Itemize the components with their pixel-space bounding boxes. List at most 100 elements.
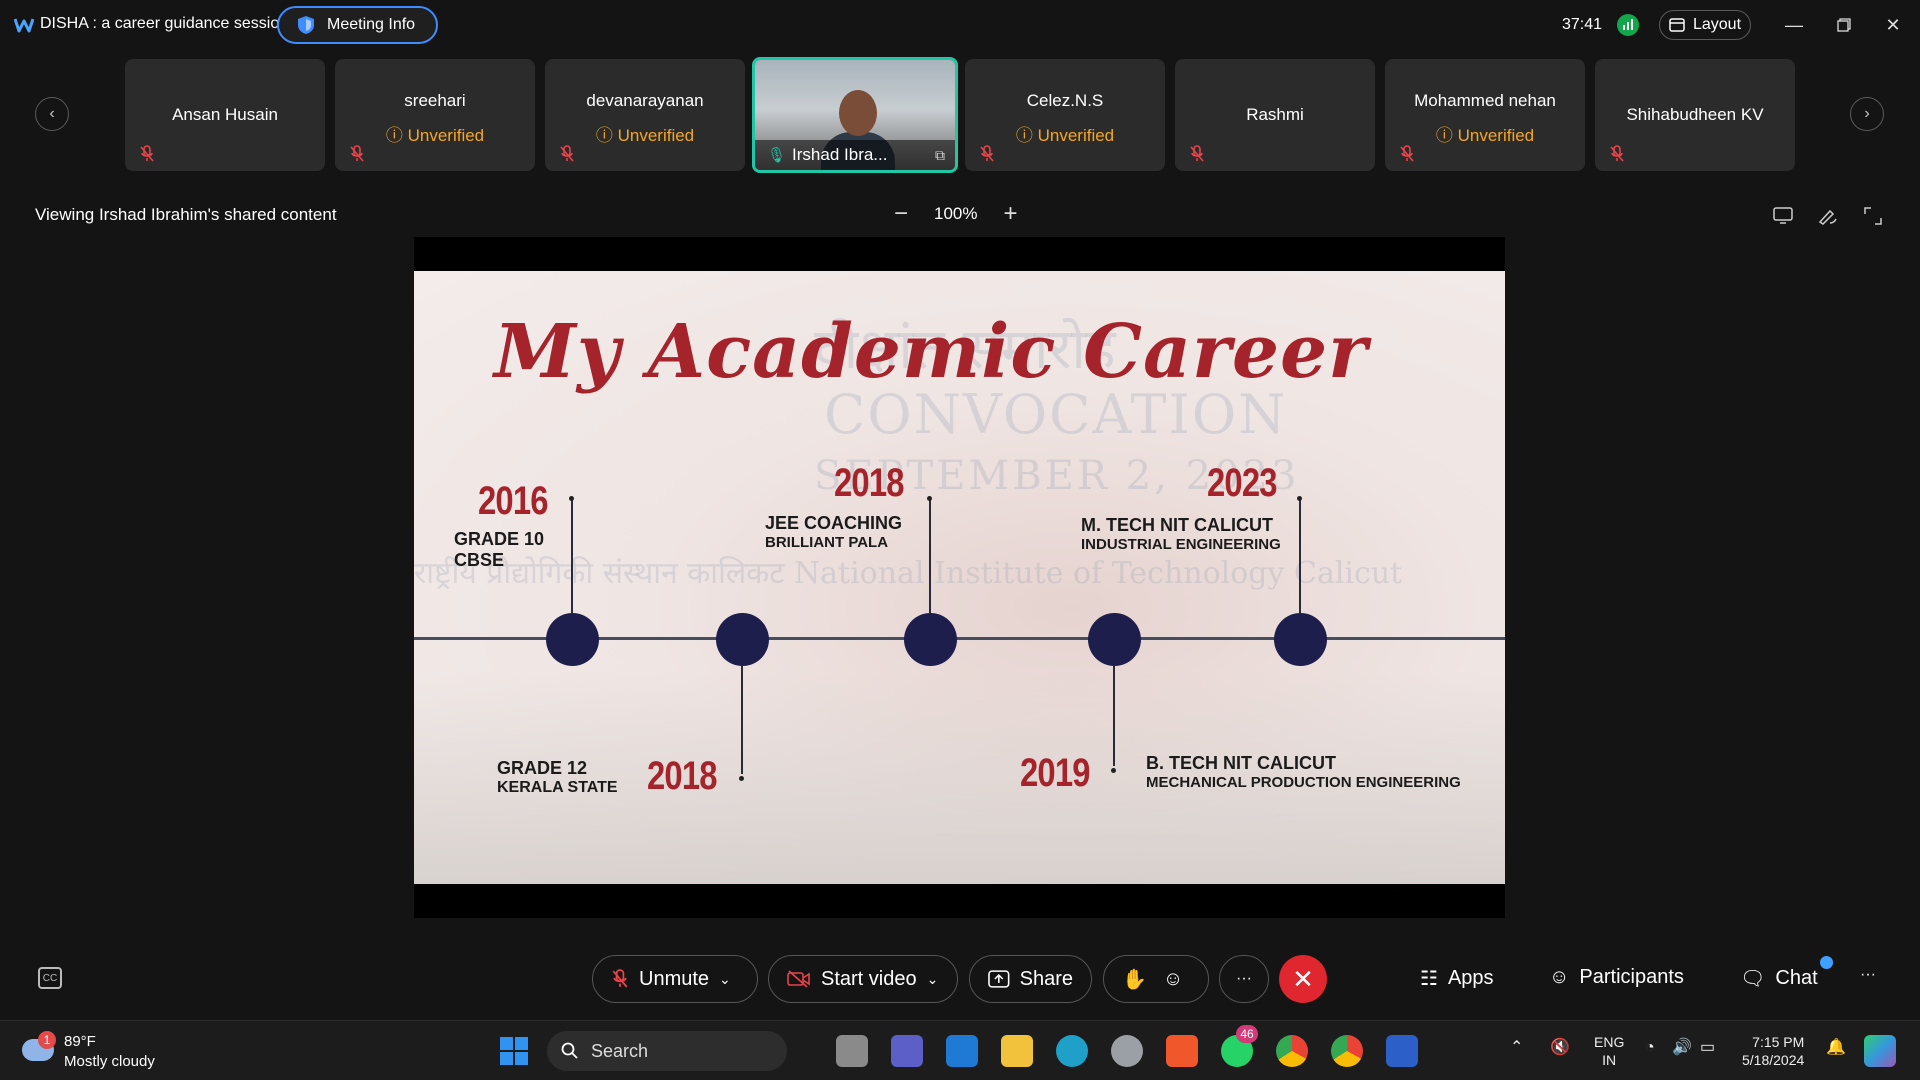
unverified-badge: ⓘ Unverified [1015, 126, 1115, 145]
more-options-button[interactable]: ··· [1219, 955, 1269, 1003]
chevron-up-icon[interactable]: ⌃ [1510, 1039, 1523, 1057]
mic-active-icon: 🎙 [767, 147, 787, 164]
reactions-group: ✋ ☺ [1103, 955, 1209, 1003]
webex-icon[interactable] [1386, 1035, 1418, 1067]
participant-tile[interactable]: devanarayanan ⓘ Unverified [545, 59, 745, 171]
timeline-stem [1299, 499, 1301, 613]
unmute-button[interactable]: Unmute ⌄ [592, 955, 758, 1003]
timeline-stem [571, 499, 573, 613]
timeline-node [716, 613, 769, 666]
windows-start-icon[interactable] [500, 1037, 528, 1065]
participant-tile[interactable]: Shihabudheen KV [1595, 59, 1795, 171]
participant-name: devanarayanan [586, 91, 704, 110]
participant-name: Rashmi [1246, 105, 1304, 124]
video-off-icon [787, 970, 810, 988]
unverified-label: Unverified [1037, 126, 1115, 145]
language-indicator[interactable]: ENG IN [1594, 1033, 1624, 1069]
participant-name: Irshad Ibra... [792, 145, 888, 164]
participant-tile[interactable]: sreehari ⓘ Unverified [335, 59, 535, 171]
restore-icon[interactable] [1831, 12, 1857, 38]
language-line2: IN [1602, 1052, 1617, 1068]
close-window-icon[interactable]: ✕ [1880, 12, 1906, 38]
participant-name: Mohammed nehan [1414, 91, 1556, 110]
apps-icon: ☷ [1420, 968, 1438, 990]
closed-captions-icon[interactable]: CC [38, 967, 62, 989]
task-view-icon[interactable] [836, 1035, 868, 1067]
event-year: 2018 [834, 461, 905, 505]
reaction-icon[interactable]: ☺ [1163, 968, 1183, 991]
slide-watermark-institute: राष्ट्रीय प्रौद्योगिकी संस्थान कालिकट Na… [414, 556, 1403, 591]
event-label: JEE COACHING BRILLIANT PALA [765, 513, 902, 551]
layout-button[interactable]: Layout [1659, 10, 1751, 40]
remote-control-icon[interactable] [1771, 204, 1795, 228]
battery-icon[interactable]: ▭ [1700, 1039, 1715, 1057]
timeline-stem [1113, 666, 1115, 766]
event-year: 2023 [1207, 461, 1278, 505]
strip-prev-arrow-icon[interactable]: ‹ [35, 97, 69, 131]
app-icon[interactable] [1111, 1035, 1143, 1067]
minimize-icon[interactable]: — [1781, 12, 1807, 38]
participant-tile[interactable]: Rashmi [1175, 59, 1375, 171]
participant-name: sreehari [404, 91, 466, 110]
zoom-out-button[interactable]: − [894, 202, 908, 226]
meeting-title: DISHA : a career guidance session [40, 15, 289, 32]
title-bar: DISHA : a career guidance session Meetin… [0, 0, 1920, 50]
volume-icon[interactable]: 🔊 [1672, 1039, 1692, 1057]
muted-mic-icon [560, 145, 574, 162]
muted-mic-icon [140, 145, 154, 162]
meeting-info-button[interactable]: Meeting Info [277, 6, 438, 44]
zoom-in-button[interactable]: + [1004, 202, 1018, 226]
muted-mic-icon [1610, 145, 1624, 162]
participant-tile[interactable]: Ansan Husain [125, 59, 325, 171]
apps-button[interactable]: ☷ Apps [1420, 966, 1494, 991]
overflow-menu-button[interactable]: ··· [1860, 966, 1876, 984]
active-speaker-tile[interactable]: 🎙 Irshad Ibra... ⧉ [752, 57, 958, 173]
start-video-button[interactable]: Start video ⌄ [768, 955, 958, 1003]
teams-icon[interactable] [891, 1035, 923, 1067]
weather-badge: 1 [38, 1031, 56, 1049]
participant-tile[interactable]: Mohammed nehan ⓘ Unverified [1385, 59, 1585, 171]
share-icon [988, 970, 1010, 988]
wifi-icon[interactable]: ◔ [1645, 1039, 1655, 1057]
muted-mic-icon [612, 969, 628, 988]
chrome-profile-icon[interactable] [1331, 1035, 1363, 1067]
clock[interactable]: 7:15 PM 5/18/2024 [1742, 1033, 1804, 1069]
event-label-line2: CBSE [454, 549, 505, 570]
layout-icon [1669, 18, 1685, 32]
copilot-icon[interactable] [1864, 1035, 1896, 1067]
network-signal-icon[interactable] [1617, 14, 1639, 36]
chat-button[interactable]: 🗨 Chat [1740, 966, 1818, 991]
share-button[interactable]: Share [969, 955, 1092, 1003]
raise-hand-icon[interactable]: ✋ [1122, 967, 1147, 992]
participants-button[interactable]: ☺ Participants [1549, 966, 1684, 989]
notification-bell-icon[interactable]: 🔔 [1826, 1039, 1846, 1057]
taskbar-search[interactable]: Search [547, 1031, 787, 1071]
edge-icon[interactable] [1056, 1035, 1088, 1067]
participant-name: Shihabudheen KV [1626, 105, 1764, 124]
shared-screen[interactable]: दीक्षांत समारोह CONVOCATION SEPTEMBER 2,… [414, 237, 1505, 918]
participant-tile[interactable]: Celez.N.S ⓘ Unverified [965, 59, 1165, 171]
mic-muted-tray-icon[interactable]: 🔇 [1550, 1039, 1570, 1057]
event-label-line1: B. TECH NIT CALICUT [1146, 753, 1336, 773]
participants-icon: ☺ [1549, 966, 1570, 988]
active-speaker-namebar: 🎙 Irshad Ibra... ⧉ [755, 140, 955, 170]
chat-label: Chat [1775, 967, 1818, 989]
end-call-button[interactable]: ✕ [1279, 955, 1327, 1003]
timeline-node [904, 613, 957, 666]
brave-icon[interactable] [1166, 1035, 1198, 1067]
fullscreen-icon[interactable] [1861, 204, 1885, 228]
webex-logo-icon [14, 18, 34, 33]
apps-label: Apps [1447, 967, 1494, 989]
zoom-controls: − 100% + [894, 202, 1018, 226]
chevron-down-icon[interactable]: ⌄ [927, 971, 939, 988]
time: 7:15 PM [1752, 1034, 1805, 1050]
meeting-timer: 37:41 [1562, 16, 1603, 33]
chevron-down-icon[interactable]: ⌄ [719, 971, 731, 988]
file-explorer-icon[interactable] [1001, 1035, 1033, 1067]
chrome-icon[interactable] [1276, 1035, 1308, 1067]
mail-icon[interactable] [946, 1035, 978, 1067]
windows-taskbar: 1 89°F Mostly cloudy Search 46 ⌃ 🔇 ENG I… [0, 1020, 1920, 1080]
annotate-icon[interactable] [1816, 204, 1840, 228]
slide-title: My Academic Career [494, 309, 1369, 395]
strip-next-arrow-icon[interactable]: › [1850, 97, 1884, 131]
